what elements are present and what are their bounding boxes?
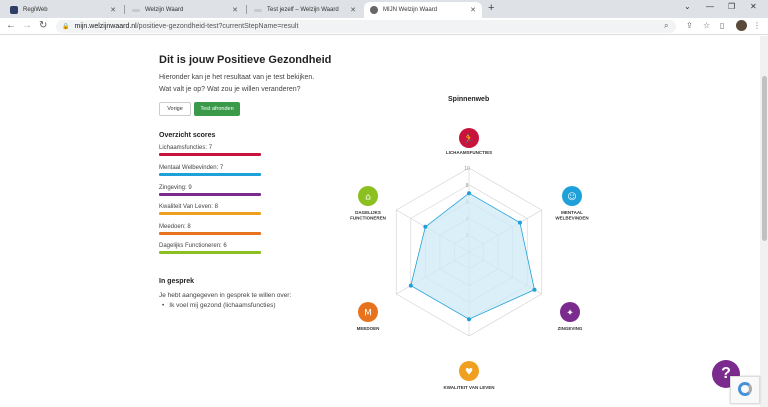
radar-point bbox=[532, 287, 537, 292]
tab-divider bbox=[124, 5, 125, 14]
conversation-list: Ik voel mij gezond (lichaamsfuncties) bbox=[162, 302, 275, 309]
score-bar bbox=[159, 153, 261, 156]
tick-label: 8 bbox=[466, 183, 469, 189]
overview-title: Overzicht scores bbox=[159, 132, 216, 139]
tab-label: MIJN Welzijn Waard bbox=[383, 7, 438, 13]
score-bar bbox=[159, 251, 261, 254]
radar-point bbox=[408, 283, 413, 288]
score-bar bbox=[159, 212, 261, 215]
axis-glyph: M bbox=[364, 309, 372, 319]
window-close-icon[interactable]: ✕ bbox=[750, 2, 757, 11]
axis-label: FUNCTIONEREN bbox=[350, 216, 386, 221]
regiweb-favicon-icon bbox=[10, 6, 18, 14]
url-path: /positieve-gezondheid-test?currentStepNa… bbox=[136, 23, 299, 30]
browser-menu-icon[interactable]: ⋮ bbox=[753, 21, 761, 30]
score-label: Meedoen: 8 bbox=[159, 224, 191, 230]
side-panel-icon[interactable]: ▯ bbox=[720, 21, 724, 30]
score-item: Dagelijks Functioneren: 6 bbox=[159, 243, 261, 254]
score-item: Meedoen: 8 bbox=[159, 224, 261, 235]
page-title: Dit is jouw Positieve Gezondheid bbox=[159, 54, 332, 66]
score-bar bbox=[159, 173, 261, 176]
conversation-title: In gesprek bbox=[159, 278, 195, 285]
axis-label: LICHAAMSFUNCTIES bbox=[446, 150, 492, 155]
score-label: Dagelijks Functioneren: 6 bbox=[159, 243, 227, 249]
radar-point bbox=[517, 220, 522, 225]
url-host: mijn.welzijnwaard.nl bbox=[74, 23, 137, 30]
back-icon[interactable]: ← bbox=[6, 20, 16, 31]
score-item: Kwaliteit Van Leven: 8 bbox=[159, 204, 261, 215]
zoom-icon[interactable]: ⌕ bbox=[664, 21, 668, 31]
address-bar[interactable]: 🔒 mijn.welzijnwaard.nl /positieve-gezond… bbox=[56, 20, 676, 33]
score-label: Kwaliteit Van Leven: 8 bbox=[159, 204, 218, 210]
score-item: Mentaal Welbevinden: 7 bbox=[159, 165, 261, 176]
lock-icon: 🔒 bbox=[62, 24, 70, 30]
score-label: Zingeving: 9 bbox=[159, 185, 192, 191]
conversation-text: Je hebt aangegeven in gesprek te willen … bbox=[159, 292, 292, 299]
intro-text: Hieronder kan je het resultaat van je te… bbox=[159, 72, 314, 96]
recaptcha-badge bbox=[730, 376, 760, 404]
axis-label: WELBEVINDEN bbox=[555, 216, 588, 221]
tab-search-icon[interactable]: ⌄ bbox=[684, 2, 691, 11]
score-item: Zingeving: 9 bbox=[159, 185, 261, 196]
tab-test-jezelf[interactable]: Test jezelf – Welzijn Waard ✕ bbox=[248, 2, 362, 18]
score-item: Lichaamsfuncties: 7 bbox=[159, 145, 261, 156]
welzijn-favicon-icon bbox=[132, 8, 140, 12]
axis-glyph: ⌂ bbox=[365, 193, 371, 203]
tab-label: Welzijn Waard bbox=[145, 7, 184, 13]
bookmark-star-icon[interactable]: ☆ bbox=[703, 21, 710, 30]
axis-glyph: ☺ bbox=[567, 192, 576, 203]
tab-welzijn-waard[interactable]: Welzijn Waard ✕ bbox=[126, 2, 244, 18]
score-bar bbox=[159, 193, 261, 196]
score-label: Mentaal Welbevinden: 7 bbox=[159, 165, 224, 171]
radar-point bbox=[423, 224, 428, 229]
restore-icon[interactable]: ❐ bbox=[728, 2, 735, 11]
recaptcha-icon bbox=[738, 382, 752, 396]
tab-strip: RegiWeb ✕ Welzijn Waard ✕ Test jezelf – … bbox=[0, 0, 768, 18]
tab-mijn-welzijn-waard[interactable]: MIJN Welzijn Waard ✕ bbox=[364, 2, 482, 18]
scrollbar-thumb[interactable] bbox=[762, 76, 767, 241]
welzijn-favicon-icon bbox=[254, 8, 262, 12]
profile-avatar[interactable] bbox=[736, 20, 747, 31]
close-tab-icon[interactable]: ✕ bbox=[110, 6, 116, 14]
tick-label: 10 bbox=[464, 166, 470, 172]
radar-point bbox=[467, 191, 471, 196]
axis-glyph: ✦ bbox=[566, 309, 574, 319]
axis-label: MEEDOEN bbox=[357, 326, 380, 331]
radar-point bbox=[467, 317, 471, 322]
axis-label: DAGELIJKS bbox=[355, 210, 381, 215]
intro-line-2: Wat valt je op? Wat zou je willen verand… bbox=[159, 86, 301, 93]
globe-icon bbox=[370, 6, 378, 14]
tab-regiweb[interactable]: RegiWeb ✕ bbox=[4, 2, 122, 18]
close-tab-icon[interactable]: ✕ bbox=[470, 6, 476, 14]
score-bar bbox=[159, 232, 261, 235]
axis-glyph: ♥ bbox=[465, 368, 473, 378]
forward-icon[interactable]: → bbox=[22, 20, 32, 31]
tab-label: RegiWeb bbox=[23, 7, 48, 13]
new-tab-button[interactable]: + bbox=[488, 2, 494, 14]
reload-icon[interactable]: ↻ bbox=[39, 20, 47, 31]
axis-label: MENTAAL bbox=[561, 210, 583, 215]
tab-label: Test jezelf – Welzijn Waard bbox=[267, 7, 339, 13]
minimize-icon[interactable]: — bbox=[706, 2, 714, 11]
close-tab-icon[interactable]: ✕ bbox=[350, 6, 356, 14]
axis-label: KWALITEIT VAN LEVEN bbox=[444, 385, 495, 390]
browser-toolbar: ← → ↻ 🔒 mijn.welzijnwaard.nl /positieve-… bbox=[0, 18, 768, 35]
close-tab-icon[interactable]: ✕ bbox=[232, 6, 238, 14]
tab-divider bbox=[246, 5, 247, 14]
chart-title: Spinnenweb bbox=[448, 96, 490, 103]
score-label: Lichaamsfuncties: 7 bbox=[159, 145, 213, 151]
intro-line-1: Hieronder kan je het resultaat van je te… bbox=[159, 74, 315, 81]
axis-glyph: 🏃 bbox=[463, 133, 474, 145]
radar-chart: 246810 🏃LICHAAMSFUNCTIES☺MENTAALWELBEVIN… bbox=[350, 128, 589, 390]
previous-button[interactable]: Vorige bbox=[159, 102, 191, 116]
list-item: Ik voel mij gezond (lichaamsfuncties) bbox=[162, 302, 275, 309]
axis-label: ZINGEVING bbox=[558, 326, 583, 331]
share-icon[interactable]: ⇪ bbox=[686, 21, 693, 30]
finish-test-button[interactable]: Test afronden bbox=[194, 102, 240, 116]
